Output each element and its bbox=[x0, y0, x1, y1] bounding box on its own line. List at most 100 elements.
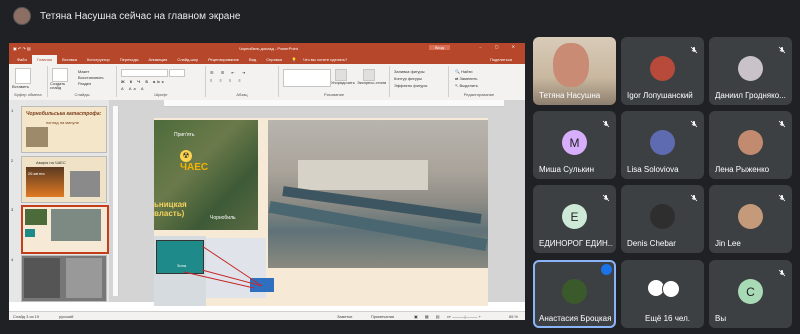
slides-group: Создать слайд Макет Восстановить Раздел … bbox=[48, 66, 117, 97]
thumb-title: Чорнобильська катастрофа: bbox=[26, 111, 102, 117]
participant-name: Миша Сулькин bbox=[539, 165, 595, 174]
select-button[interactable]: ↖ Выделить bbox=[455, 83, 478, 88]
quick-access-icons[interactable]: ▣ ↶ ↷ ▤ bbox=[13, 46, 31, 51]
participant-name: Даниил Гродняко... bbox=[715, 91, 786, 100]
create-slide-label[interactable]: Создать слайд bbox=[50, 82, 72, 90]
language-indicator[interactable]: русский bbox=[59, 314, 73, 319]
tab-review[interactable]: Рецензирование bbox=[203, 55, 244, 64]
tab-file[interactable]: Файл bbox=[12, 55, 32, 64]
thumb-image bbox=[70, 171, 100, 197]
participant-name: Ещё 16 чел. bbox=[645, 314, 690, 323]
participant-tile[interactable]: C Вы bbox=[709, 260, 792, 328]
participant-name: Jin Lee bbox=[715, 239, 741, 248]
font-color-buttons[interactable]: А Аа А bbox=[121, 86, 146, 91]
font-format-buttons[interactable]: Ж К Ч S abc bbox=[121, 79, 166, 84]
notes-button[interactable]: Заметки bbox=[337, 314, 352, 319]
thumb-title: Аварія на ЧАЕС bbox=[36, 160, 66, 165]
slide-thumbnail-3[interactable] bbox=[21, 205, 109, 254]
font-family-select[interactable] bbox=[121, 69, 168, 77]
shape-outline-button[interactable]: Контур фигуры bbox=[394, 76, 422, 81]
thumb-image bbox=[66, 258, 102, 298]
font-size-select[interactable] bbox=[169, 69, 185, 77]
tab-transitions[interactable]: Переходы bbox=[115, 55, 144, 64]
thumb-subtitle: погляд на минуле bbox=[46, 120, 79, 125]
avatar bbox=[738, 130, 763, 155]
participant-name: Lisa Soloviova bbox=[627, 165, 679, 174]
shape-effects-button[interactable]: Эффекты фигуры bbox=[394, 83, 427, 88]
horizontal-ruler bbox=[164, 100, 504, 107]
restore-button[interactable]: Восстановить bbox=[78, 75, 104, 80]
participant-tile[interactable]: Igor Лопушанский bbox=[621, 37, 704, 105]
tab-slideshow[interactable]: Слайд-шоу bbox=[172, 55, 203, 64]
tab-animation[interactable]: Анимация bbox=[144, 55, 173, 64]
thumb-subtitle: 26 квітня bbox=[28, 171, 45, 176]
zoom-slider[interactable]: − ———|——— + bbox=[449, 314, 481, 319]
participant-tile[interactable]: E ЕДИНОРОГ ЕДИН... bbox=[533, 185, 616, 253]
new-slide-icon[interactable] bbox=[52, 68, 68, 82]
participant-tile[interactable]: M Миша Сулькин bbox=[533, 111, 616, 179]
thumb-number: 3 bbox=[11, 207, 14, 212]
participant-tile[interactable]: Лена Рыженко bbox=[709, 111, 792, 179]
tab-help[interactable]: Справка bbox=[261, 55, 287, 64]
login-button[interactable]: Вход bbox=[428, 45, 450, 50]
mic-off-icon bbox=[690, 189, 698, 202]
paragraph-group-label: Абзац bbox=[236, 92, 248, 97]
tab-design[interactable]: Конструктор bbox=[82, 55, 115, 64]
participant-name: Вы bbox=[715, 314, 727, 323]
ribbon-tabs: Файл Главная Вставка Конструктор Переход… bbox=[9, 53, 525, 64]
window-controls[interactable]: – ▢ ✕ bbox=[479, 44, 521, 49]
paste-icon[interactable] bbox=[15, 68, 31, 84]
list-buttons[interactable]: ☰ ☰ ⇤ ⇥ bbox=[210, 70, 248, 75]
tab-insert[interactable]: Вставка bbox=[57, 55, 82, 64]
clipboard-label: Буфер обмена bbox=[14, 92, 42, 97]
participant-name: Denis Chebar bbox=[627, 239, 676, 248]
participant-tile[interactable]: Анастасия Броцкая bbox=[533, 260, 616, 328]
slide-counter: Слайд 3 из 19 bbox=[13, 314, 40, 319]
shape-fill-button[interactable]: Заливка фигуры bbox=[394, 69, 425, 74]
tab-view[interactable]: Вид bbox=[244, 55, 261, 64]
comments-button[interactable]: Примечания bbox=[371, 314, 394, 319]
more-participants-icon bbox=[648, 280, 680, 298]
thumb-image bbox=[24, 258, 60, 298]
paste-label[interactable]: Вставить bbox=[12, 84, 29, 89]
status-bar: Слайд 3 из 19 русский Заметки Примечания… bbox=[9, 311, 525, 320]
mic-off-icon bbox=[778, 115, 786, 128]
participant-name: Тетяна Насушна bbox=[539, 91, 601, 100]
quick-styles-button[interactable]: Экспресс-стили bbox=[357, 80, 386, 85]
participant-tile[interactable]: Lisa Soloviova bbox=[621, 111, 704, 179]
mic-off-icon bbox=[778, 41, 786, 54]
participant-tile[interactable]: Denis Chebar bbox=[621, 185, 704, 253]
slide-thumbnail-2[interactable]: Аварія на ЧАЕС 26 квітня bbox=[21, 156, 107, 203]
share-button[interactable]: Поделиться bbox=[485, 55, 517, 64]
participant-tile[interactable]: Jin Lee bbox=[709, 185, 792, 253]
slide-thumbnail-4[interactable] bbox=[21, 255, 107, 302]
participant-name: Igor Лопушанский bbox=[627, 91, 693, 100]
zoom-level[interactable]: 65 % bbox=[509, 314, 518, 319]
avatar: C bbox=[738, 279, 763, 304]
font-group-label: Шрифт bbox=[154, 92, 168, 97]
current-slide[interactable]: Прип'ять ☢ ЧАЕС ьницкая власть) Чорнобил… bbox=[154, 118, 488, 306]
layout-button[interactable]: Макет bbox=[78, 69, 89, 74]
view-buttons[interactable]: ▣ ▦ ▤ ▭ bbox=[414, 314, 453, 319]
participant-tile[interactable]: Ещё 16 чел. bbox=[621, 260, 704, 328]
participant-tile[interactable]: Даниил Гродняко... bbox=[709, 37, 792, 105]
align-buttons[interactable]: ≡ ≡ ≡ ≡ bbox=[210, 78, 244, 83]
replace-button[interactable]: ⇄ Заменить bbox=[455, 76, 477, 81]
tell-me-search[interactable]: 💡 Что вы хотите сделать? bbox=[287, 55, 357, 64]
participant-name: Лена Рыженко bbox=[715, 165, 770, 174]
participant-tile[interactable]: Тетяна Насушна bbox=[533, 37, 616, 105]
arrange-button[interactable]: Упорядочить bbox=[331, 80, 355, 85]
shape-format-group: Заливка фигуры Контур фигуры Эффекты фиг… bbox=[390, 66, 449, 97]
section-button[interactable]: Раздел bbox=[78, 81, 91, 86]
avatar bbox=[650, 204, 675, 229]
drawing-group: Упорядочить Экспресс-стили Рисование bbox=[279, 66, 390, 97]
slide-thumbnail-1[interactable]: Чорнобильська катастрофа: погляд на мину… bbox=[21, 106, 107, 153]
presenting-banner: Тетяна Насушна сейчас на главном экране bbox=[0, 0, 800, 32]
mic-off-icon bbox=[778, 264, 786, 277]
shapes-gallery[interactable] bbox=[283, 69, 331, 87]
thumb-image bbox=[25, 209, 47, 225]
tab-home[interactable]: Главная bbox=[31, 55, 58, 64]
find-button[interactable]: 🔍 Найти bbox=[455, 69, 473, 74]
font-group: Ж К Ч S abc А Аа А Шрифт bbox=[117, 66, 206, 97]
participant-name: ЕДИНОРОГ ЕДИН... bbox=[539, 239, 613, 248]
